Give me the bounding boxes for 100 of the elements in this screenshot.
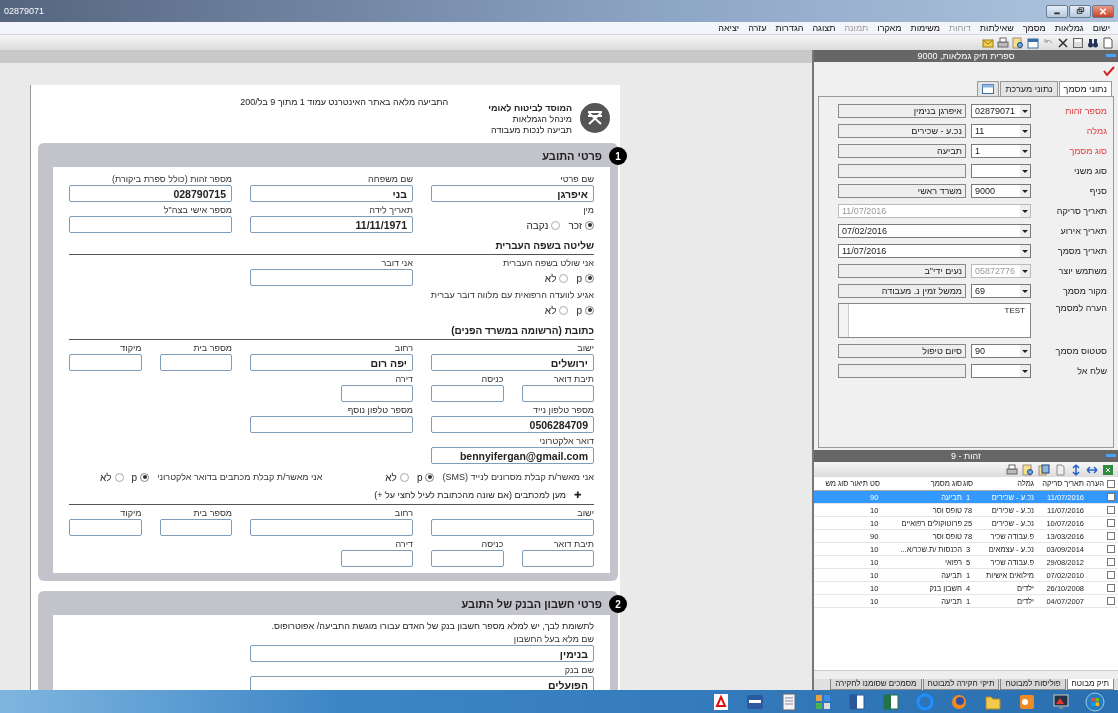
code-dropdown[interactable]: 69 — [971, 283, 1031, 298]
section-number: 1 — [609, 147, 627, 165]
code-dropdown[interactable]: 02879071 — [971, 103, 1031, 118]
input-field[interactable]: 028790715 — [69, 185, 232, 202]
tab[interactable]: נתוני מערכת — [1000, 81, 1058, 96]
radio-button[interactable] — [559, 305, 569, 315]
field-label: כניסה — [480, 374, 504, 385]
input-field[interactable] — [250, 416, 413, 433]
radio-button[interactable] — [114, 472, 124, 482]
field-label: מספר בית — [192, 343, 232, 354]
input-field[interactable] — [250, 519, 413, 536]
menu-item[interactable]: שאילתות — [979, 22, 1014, 34]
calendar-icon[interactable] — [1027, 36, 1039, 49]
radio-button[interactable] — [551, 220, 561, 230]
option-label: p — [416, 471, 423, 483]
input-field[interactable] — [521, 385, 594, 402]
input-field[interactable]: בנימין — [250, 645, 594, 662]
input-field[interactable] — [431, 519, 594, 536]
menu-item[interactable]: גמלאות — [1054, 22, 1084, 34]
field-label: שם משפחה — [367, 174, 413, 185]
field-label: משתמש יוצר — [1057, 265, 1108, 276]
menu-item[interactable]: מאקרו — [877, 22, 902, 34]
horizontal-arrows-icon[interactable] — [1086, 463, 1098, 476]
date-dropdown[interactable]: 07/02/2016 — [838, 223, 1031, 238]
print-icon[interactable] — [997, 36, 1009, 49]
row-checkbox[interactable] — [1107, 571, 1115, 579]
input-field[interactable] — [69, 216, 232, 233]
input-field[interactable]: bennyifergan@gmail.com — [431, 447, 594, 464]
code-dropdown[interactable] — [971, 363, 1031, 378]
field-label: רחוב — [393, 508, 413, 519]
select-all-checkbox[interactable] — [1107, 479, 1115, 488]
input-field[interactable] — [340, 385, 413, 402]
radio-button[interactable] — [559, 273, 569, 283]
row-checkbox[interactable] — [1107, 519, 1115, 527]
description-field: משרד ראשי — [838, 183, 966, 198]
row-checkbox[interactable] — [1107, 597, 1115, 605]
row-checkbox[interactable] — [1107, 493, 1115, 501]
field-label: הערה למסמך — [1054, 303, 1108, 313]
tab[interactable]: נתוני מסמך — [1058, 81, 1112, 96]
magnifier-page-icon[interactable] — [1012, 36, 1024, 49]
input-field[interactable] — [431, 550, 504, 567]
input-field[interactable] — [250, 269, 413, 286]
field-label: מספר אישי בצה"ל — [162, 205, 232, 216]
menu-item[interactable]: משימות — [910, 22, 940, 34]
description-field: ממשל זמין נ. מעבודה — [838, 283, 966, 298]
section-title: פרטי חשבון הבנק של התובע — [460, 597, 603, 612]
note-text: לתשומת לבך, יש למלא מספר חשבון בנק של האדם עבורו מוגשת התביעה/ אפוטרופוס. — [270, 621, 594, 631]
expand-toggle[interactable]: ✚ — [574, 490, 582, 500]
new-document-icon[interactable] — [1102, 36, 1114, 49]
comment-field[interactable]: TEST — [838, 303, 1031, 338]
menu-item[interactable]: תצוגה — [812, 22, 836, 34]
menu-item[interactable]: ישום — [1092, 22, 1110, 34]
input-field[interactable] — [159, 354, 232, 371]
vertical-arrows-icon[interactable] — [1070, 463, 1082, 476]
input-field[interactable] — [69, 354, 142, 371]
row-checkbox[interactable] — [1107, 584, 1115, 592]
restore-icon[interactable] — [1069, 4, 1091, 18]
row-checkbox[interactable] — [1107, 532, 1115, 540]
menu-item[interactable]: הגדרות — [775, 22, 804, 34]
menu-item[interactable]: עזרה — [748, 22, 767, 34]
table-tab[interactable] — [977, 81, 1000, 96]
code-dropdown[interactable]: 11 — [971, 123, 1031, 138]
input-field[interactable]: ירושלים — [431, 354, 594, 371]
code-dropdown[interactable]: 90 — [971, 343, 1031, 358]
excel-export-icon[interactable] — [1102, 463, 1114, 476]
binoculars-icon[interactable] — [1087, 36, 1099, 49]
print-icon[interactable] — [1006, 463, 1018, 476]
input-field[interactable]: יפה רום — [250, 354, 413, 371]
input-field[interactable] — [159, 519, 232, 536]
minimize-icon[interactable] — [1046, 4, 1068, 18]
row-checkbox[interactable] — [1107, 545, 1115, 553]
input-field[interactable]: 0506284709 — [431, 416, 594, 433]
input-field[interactable] — [340, 550, 413, 567]
department-name: מינהל הגמלאות — [511, 114, 572, 125]
pages-icon[interactable] — [1038, 463, 1050, 476]
close-icon[interactable] — [1057, 36, 1069, 49]
code-dropdown[interactable]: 9000 — [971, 183, 1031, 198]
menu-item[interactable]: מסמך — [1022, 22, 1046, 34]
date-dropdown[interactable]: 11/07/2016 — [838, 243, 1031, 258]
magnifier-page-icon[interactable] — [1022, 463, 1034, 476]
field-label: מספר טלפון נוסף — [346, 405, 413, 416]
section-title: פרטי התובע — [541, 149, 603, 164]
input-field[interactable] — [431, 385, 504, 402]
menu-item[interactable]: יציאה — [718, 22, 740, 34]
page-icon[interactable] — [1054, 463, 1066, 476]
field-label: גמלה — [1085, 125, 1108, 136]
radio-button[interactable] — [399, 472, 409, 482]
code-dropdown[interactable] — [971, 163, 1031, 178]
checkmark-icon[interactable] — [1103, 64, 1115, 77]
code-dropdown[interactable]: 1 — [971, 143, 1031, 158]
save-icon[interactable] — [1072, 36, 1084, 49]
input-field[interactable]: איפרגן — [431, 185, 594, 202]
envelope-icon[interactable] — [982, 36, 994, 49]
input-field[interactable]: 11/11/1971 — [250, 216, 413, 233]
input-field[interactable] — [69, 519, 142, 536]
option-label: לא — [544, 304, 557, 316]
row-checkbox[interactable] — [1107, 558, 1115, 566]
row-checkbox[interactable] — [1107, 506, 1115, 514]
input-field[interactable] — [521, 550, 594, 567]
input-field[interactable]: בני — [250, 185, 413, 202]
